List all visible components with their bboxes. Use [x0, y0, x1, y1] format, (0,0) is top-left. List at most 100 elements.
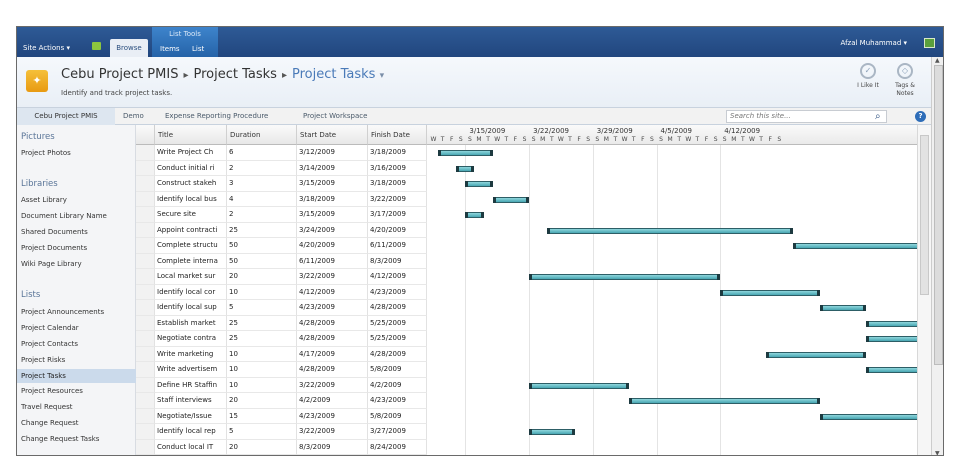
row-selector[interactable]: [136, 253, 155, 269]
gantt-task-bar[interactable]: [529, 274, 721, 280]
duration-cell[interactable]: 4: [227, 191, 297, 207]
row-selector[interactable]: [136, 315, 155, 331]
ql-wiki-page-library[interactable]: Wiki Page Library: [21, 260, 82, 268]
gantt-task-bar[interactable]: [720, 289, 821, 296]
finish-date-cell[interactable]: 4/12/2009: [368, 269, 427, 285]
gantt-scroll-thumb[interactable]: [920, 135, 929, 295]
title-cell[interactable]: Local market sur: [155, 269, 227, 285]
page-vertical-scrollbar[interactable]: ▲ ▼: [931, 57, 943, 455]
ql-change-request[interactable]: Change Request: [21, 419, 78, 427]
gantt-task-bar[interactable]: [456, 165, 475, 172]
gantt-task-bar[interactable]: [529, 429, 575, 435]
topnav-demo[interactable]: Demo: [123, 108, 144, 125]
gantt-task-bar[interactable]: [793, 243, 917, 249]
scroll-up-arrow-icon[interactable]: ▲: [935, 57, 940, 64]
title-cell[interactable]: Staff interviews: [155, 393, 227, 409]
start-date-cell[interactable]: 4/23/2009: [297, 300, 368, 316]
title-cell[interactable]: Identify local sup: [155, 300, 227, 316]
tab-items[interactable]: Items: [160, 45, 180, 53]
finish-date-cell[interactable]: 4/23/2009: [368, 284, 427, 300]
start-date-cell[interactable]: 3/24/2009: [297, 222, 368, 238]
gantt-task-bar[interactable]: [765, 351, 866, 358]
finish-date-cell[interactable]: 3/18/2009: [368, 176, 427, 192]
row-selector[interactable]: [136, 145, 155, 161]
start-date-cell[interactable]: 4/20/2009: [297, 238, 368, 254]
start-date-cell[interactable]: 3/22/2009: [297, 424, 368, 440]
heading-lists[interactable]: Lists: [21, 290, 40, 300]
duration-cell[interactable]: 25: [227, 315, 297, 331]
title-cell[interactable]: Negotiate/Issue: [155, 408, 227, 424]
duration-cell[interactable]: 25: [227, 331, 297, 347]
duration-cell[interactable]: 20: [227, 393, 297, 409]
gantt-task-bar[interactable]: [492, 196, 530, 203]
view-dropdown-icon[interactable]: ▾: [380, 71, 385, 81]
heading-pictures[interactable]: Pictures: [21, 132, 55, 142]
finish-date-cell[interactable]: 3/27/2009: [368, 424, 427, 440]
ql-project-documents[interactable]: Project Documents: [21, 244, 87, 252]
start-date-cell[interactable]: 4/28/2009: [297, 362, 368, 378]
duration-cell[interactable]: 50: [227, 253, 297, 269]
gantt-task-bar[interactable]: [465, 212, 484, 218]
start-date-cell[interactable]: 3/15/2009: [297, 176, 368, 192]
title-cell[interactable]: Write Project Ch: [155, 145, 227, 161]
tab-browse[interactable]: Browse: [110, 39, 148, 57]
topnav-project-workspace[interactable]: Project Workspace: [303, 108, 367, 125]
heading-libraries[interactable]: Libraries: [21, 179, 58, 189]
ql-project-tasks-selected[interactable]: Project Tasks: [17, 369, 136, 383]
finish-date-cell[interactable]: 3/17/2009: [368, 207, 427, 223]
finish-date-cell[interactable]: 5/25/2009: [368, 331, 427, 347]
search-icon[interactable]: ⌕: [875, 108, 881, 125]
tags-notes-button[interactable]: ◇ Tags & Notes: [890, 63, 920, 98]
start-date-cell[interactable]: 3/12/2009: [297, 145, 368, 161]
duration-cell[interactable]: 10: [227, 284, 297, 300]
duration-cell[interactable]: 10: [227, 377, 297, 393]
gantt-task-bar[interactable]: [547, 227, 793, 234]
row-selector[interactable]: [136, 238, 155, 254]
row-selector[interactable]: [136, 176, 155, 192]
title-cell[interactable]: Complete interna: [155, 253, 227, 269]
ql-change-request-tasks[interactable]: Change Request Tasks: [21, 435, 99, 443]
title-cell[interactable]: Identify local rep: [155, 424, 227, 440]
page-scroll-thumb[interactable]: [934, 65, 943, 365]
row-selector[interactable]: [136, 393, 155, 409]
duration-cell[interactable]: 2: [227, 160, 297, 176]
start-date-cell[interactable]: 3/14/2009: [297, 160, 368, 176]
duration-cell[interactable]: 50: [227, 238, 297, 254]
start-date-cell[interactable]: 4/23/2009: [297, 408, 368, 424]
start-date-cell[interactable]: 4/17/2009: [297, 346, 368, 362]
title-cell[interactable]: Conduct initial ri: [155, 160, 227, 176]
title-cell[interactable]: Construct stakeh: [155, 176, 227, 192]
title-cell[interactable]: Conduct local IT: [155, 439, 227, 455]
topnav-expense-reporting[interactable]: Expense Reporting Procedure: [165, 108, 268, 125]
finish-date-cell[interactable]: 8/3/2009: [368, 253, 427, 269]
gantt-task-bar[interactable]: [529, 382, 630, 389]
column-header-start-date[interactable]: Start Date: [297, 125, 368, 145]
tab-list[interactable]: List: [192, 45, 204, 53]
title-cell[interactable]: Complete structu: [155, 238, 227, 254]
ql-travel-request[interactable]: Travel Request: [21, 403, 72, 411]
ql-project-resources[interactable]: Project Resources: [21, 387, 83, 395]
finish-date-cell[interactable]: 4/2/2009: [368, 377, 427, 393]
title-cell[interactable]: Establish market: [155, 315, 227, 331]
site-actions-menu[interactable]: Site Actions ▾: [23, 44, 70, 52]
navigate-up-icon[interactable]: [92, 42, 101, 50]
duration-cell[interactable]: 5: [227, 300, 297, 316]
row-selector[interactable]: [136, 424, 155, 440]
duration-cell[interactable]: 10: [227, 346, 297, 362]
finish-date-cell[interactable]: 5/25/2009: [368, 315, 427, 331]
duration-cell[interactable]: 3: [227, 176, 297, 192]
column-header-finish-date[interactable]: Finish Date: [368, 125, 427, 145]
duration-cell[interactable]: 20: [227, 269, 297, 285]
select-column-header[interactable]: [136, 125, 155, 145]
topnav-cebu-project-pmis[interactable]: Cebu Project PMIS: [17, 108, 115, 125]
start-date-cell[interactable]: 3/22/2009: [297, 269, 368, 285]
row-selector[interactable]: [136, 439, 155, 455]
finish-date-cell[interactable]: 4/20/2009: [368, 222, 427, 238]
duration-cell[interactable]: 10: [227, 362, 297, 378]
duration-cell[interactable]: 5: [227, 424, 297, 440]
finish-date-cell[interactable]: 3/18/2009: [368, 145, 427, 161]
duration-cell[interactable]: 2: [227, 207, 297, 223]
gantt-vertical-scrollbar[interactable]: [917, 125, 931, 455]
user-menu[interactable]: Afzal Muhammad ▾: [841, 39, 907, 47]
finish-date-cell[interactable]: 4/23/2009: [368, 393, 427, 409]
